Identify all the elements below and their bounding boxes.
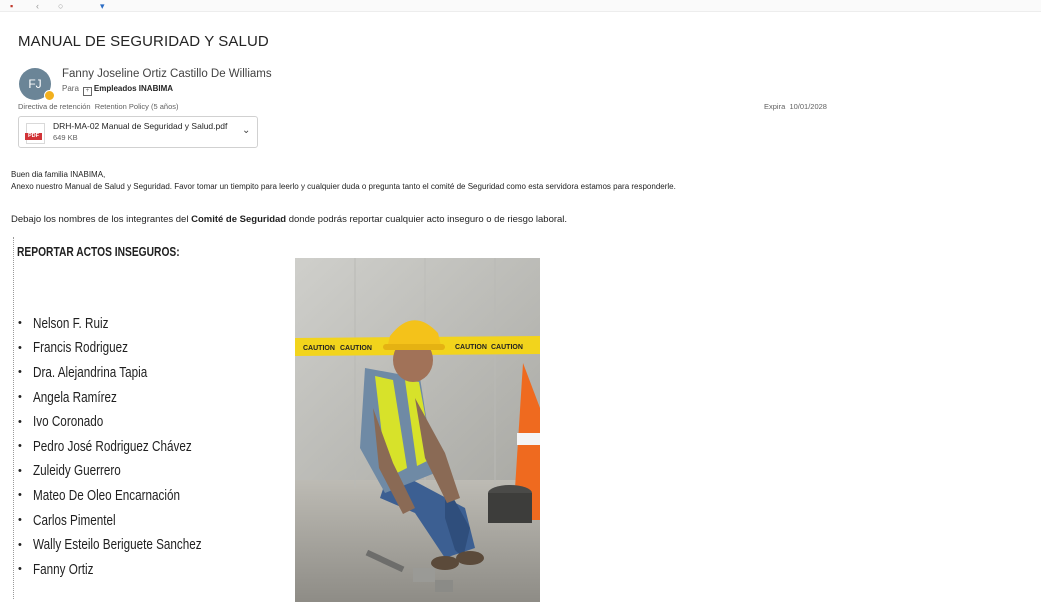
email-subject: MANUAL DE SEGURIDAD Y SALUD [18,33,269,50]
presence-badge-icon [44,90,55,101]
svg-text:CAUTION: CAUTION [340,345,372,352]
injured-worker-image: CAUTION CAUTION CAUTION CAUTION [295,258,540,602]
greeting-text: Buen dia familia INABIMA, [11,170,106,179]
committee-members-list: • Nelson F. Ruiz • Francis Rodriguez • Dra.… [18,311,249,582]
group-expand-icon[interactable]: + [82,87,92,96]
expiry-label: Expira [764,102,786,111]
download-icon[interactable]: ▾ [100,1,105,12]
list-item: • Wally Esteilo Beriguete Sanchez [18,536,202,554]
to-label: Para [62,84,79,93]
dotted-border [13,237,14,599]
pdf-file-icon: PDF [25,123,45,144]
expiry-info: Expira 10/01/2028 [764,102,827,111]
top-toolbar-strip: ▪ ‹ ○ ▾ [0,0,1041,12]
committee-paragraph: Debajo los nombres de los integrantes de… [11,214,568,225]
retention-value: Retention Policy (5 años) [94,102,179,111]
svg-text:CAUTION: CAUTION [303,345,335,352]
app-icon[interactable]: ▪ [10,1,13,11]
list-item: • Dra. Alejandrina Tapia [18,363,148,381]
list-item: • Ivo Coronado [18,413,104,431]
committee-name: Comité de Seguridad [191,214,287,225]
expiry-date: 10/01/2028 [789,102,827,111]
attachment-size: 649 KB [53,133,78,142]
attachment-name: DRH-MA-02 Manual de Seguridad y Salud.pd… [53,121,228,131]
list-item: • Angela Ramírez [18,388,117,406]
avatar-initials: FJ [28,77,42,91]
list-item: • Mateo De Oleo Encarnación [18,486,180,504]
svg-text:CAUTION: CAUTION [455,344,487,351]
list-item: • Carlos Pimentel [18,511,116,529]
sender-name[interactable]: Fanny Joseline Ortiz Castillo De William… [62,68,272,80]
undo-icon[interactable]: ‹ [36,1,39,11]
recipient-name[interactable]: Empleados INABIMA [94,84,173,93]
list-item: • Francis Rodriguez [18,339,128,357]
list-item: • Zuleidy Guerrero [18,462,121,480]
retention-policy: Directiva de retención Retention Policy … [18,102,179,111]
body-paragraph: Anexo nuestro Manual de Salud y Segurida… [11,182,676,191]
report-heading: REPORTAR ACTOS INSEGUROS: [17,245,180,259]
reply-icon[interactable]: ○ [58,1,63,11]
retention-label: Directiva de retención [18,102,91,111]
list-item: • Fanny Ortiz [18,560,94,578]
list-item: • Nelson F. Ruiz [18,314,109,332]
attachment-card[interactable]: PDF DRH-MA-02 Manual de Seguridad y Salu… [18,116,258,148]
recipient-row: Para + Empleados INABIMA [62,84,173,96]
chevron-down-icon[interactable]: ⌄ [242,125,250,136]
svg-text:CAUTION: CAUTION [491,344,523,351]
list-item: • Pedro José Rodriguez Chávez [18,437,192,455]
